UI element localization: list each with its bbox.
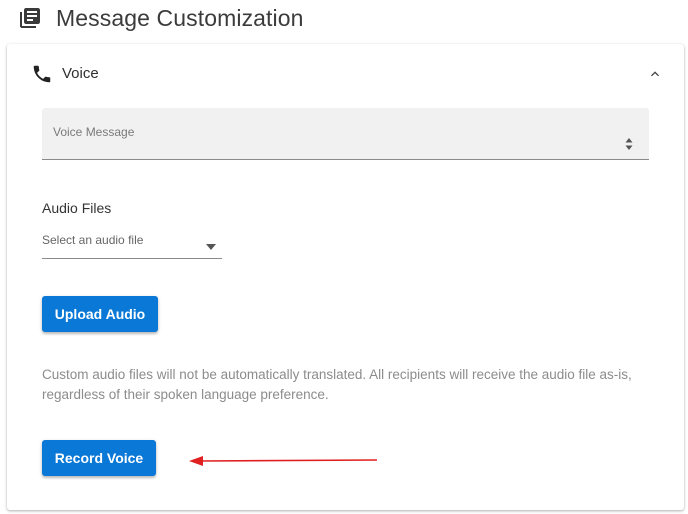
- page-title: Message Customization: [56, 4, 304, 31]
- voice-message-field[interactable]: Voice Message: [42, 108, 649, 160]
- translation-helper-text: Custom audio files will not be automatic…: [42, 367, 632, 402]
- voice-section-title: Voice: [62, 65, 99, 82]
- voice-card: Voice Voice Message Audio Files Select a…: [7, 44, 684, 510]
- annotation-arrow-icon: [187, 454, 382, 468]
- audio-file-placeholder: Select an audio file: [42, 233, 144, 247]
- upload-audio-button[interactable]: Upload Audio: [42, 296, 158, 332]
- library-books-icon: [18, 6, 42, 30]
- record-voice-button[interactable]: Record Voice: [42, 440, 156, 476]
- audio-file-select[interactable]: Select an audio file: [42, 224, 222, 259]
- page-header: Message Customization: [18, 2, 304, 34]
- chevron-up-icon[interactable]: [647, 66, 663, 82]
- audio-files-label: Audio Files: [42, 200, 112, 216]
- select-arrows-icon[interactable]: [624, 137, 634, 151]
- voice-section-header[interactable]: Voice: [7, 44, 684, 104]
- phone-icon: [31, 63, 53, 85]
- message-customization-page: Message Customization Voice Voice Messag…: [0, 0, 688, 514]
- voice-message-label: Voice Message: [53, 125, 135, 139]
- dropdown-arrow-icon[interactable]: [205, 238, 217, 250]
